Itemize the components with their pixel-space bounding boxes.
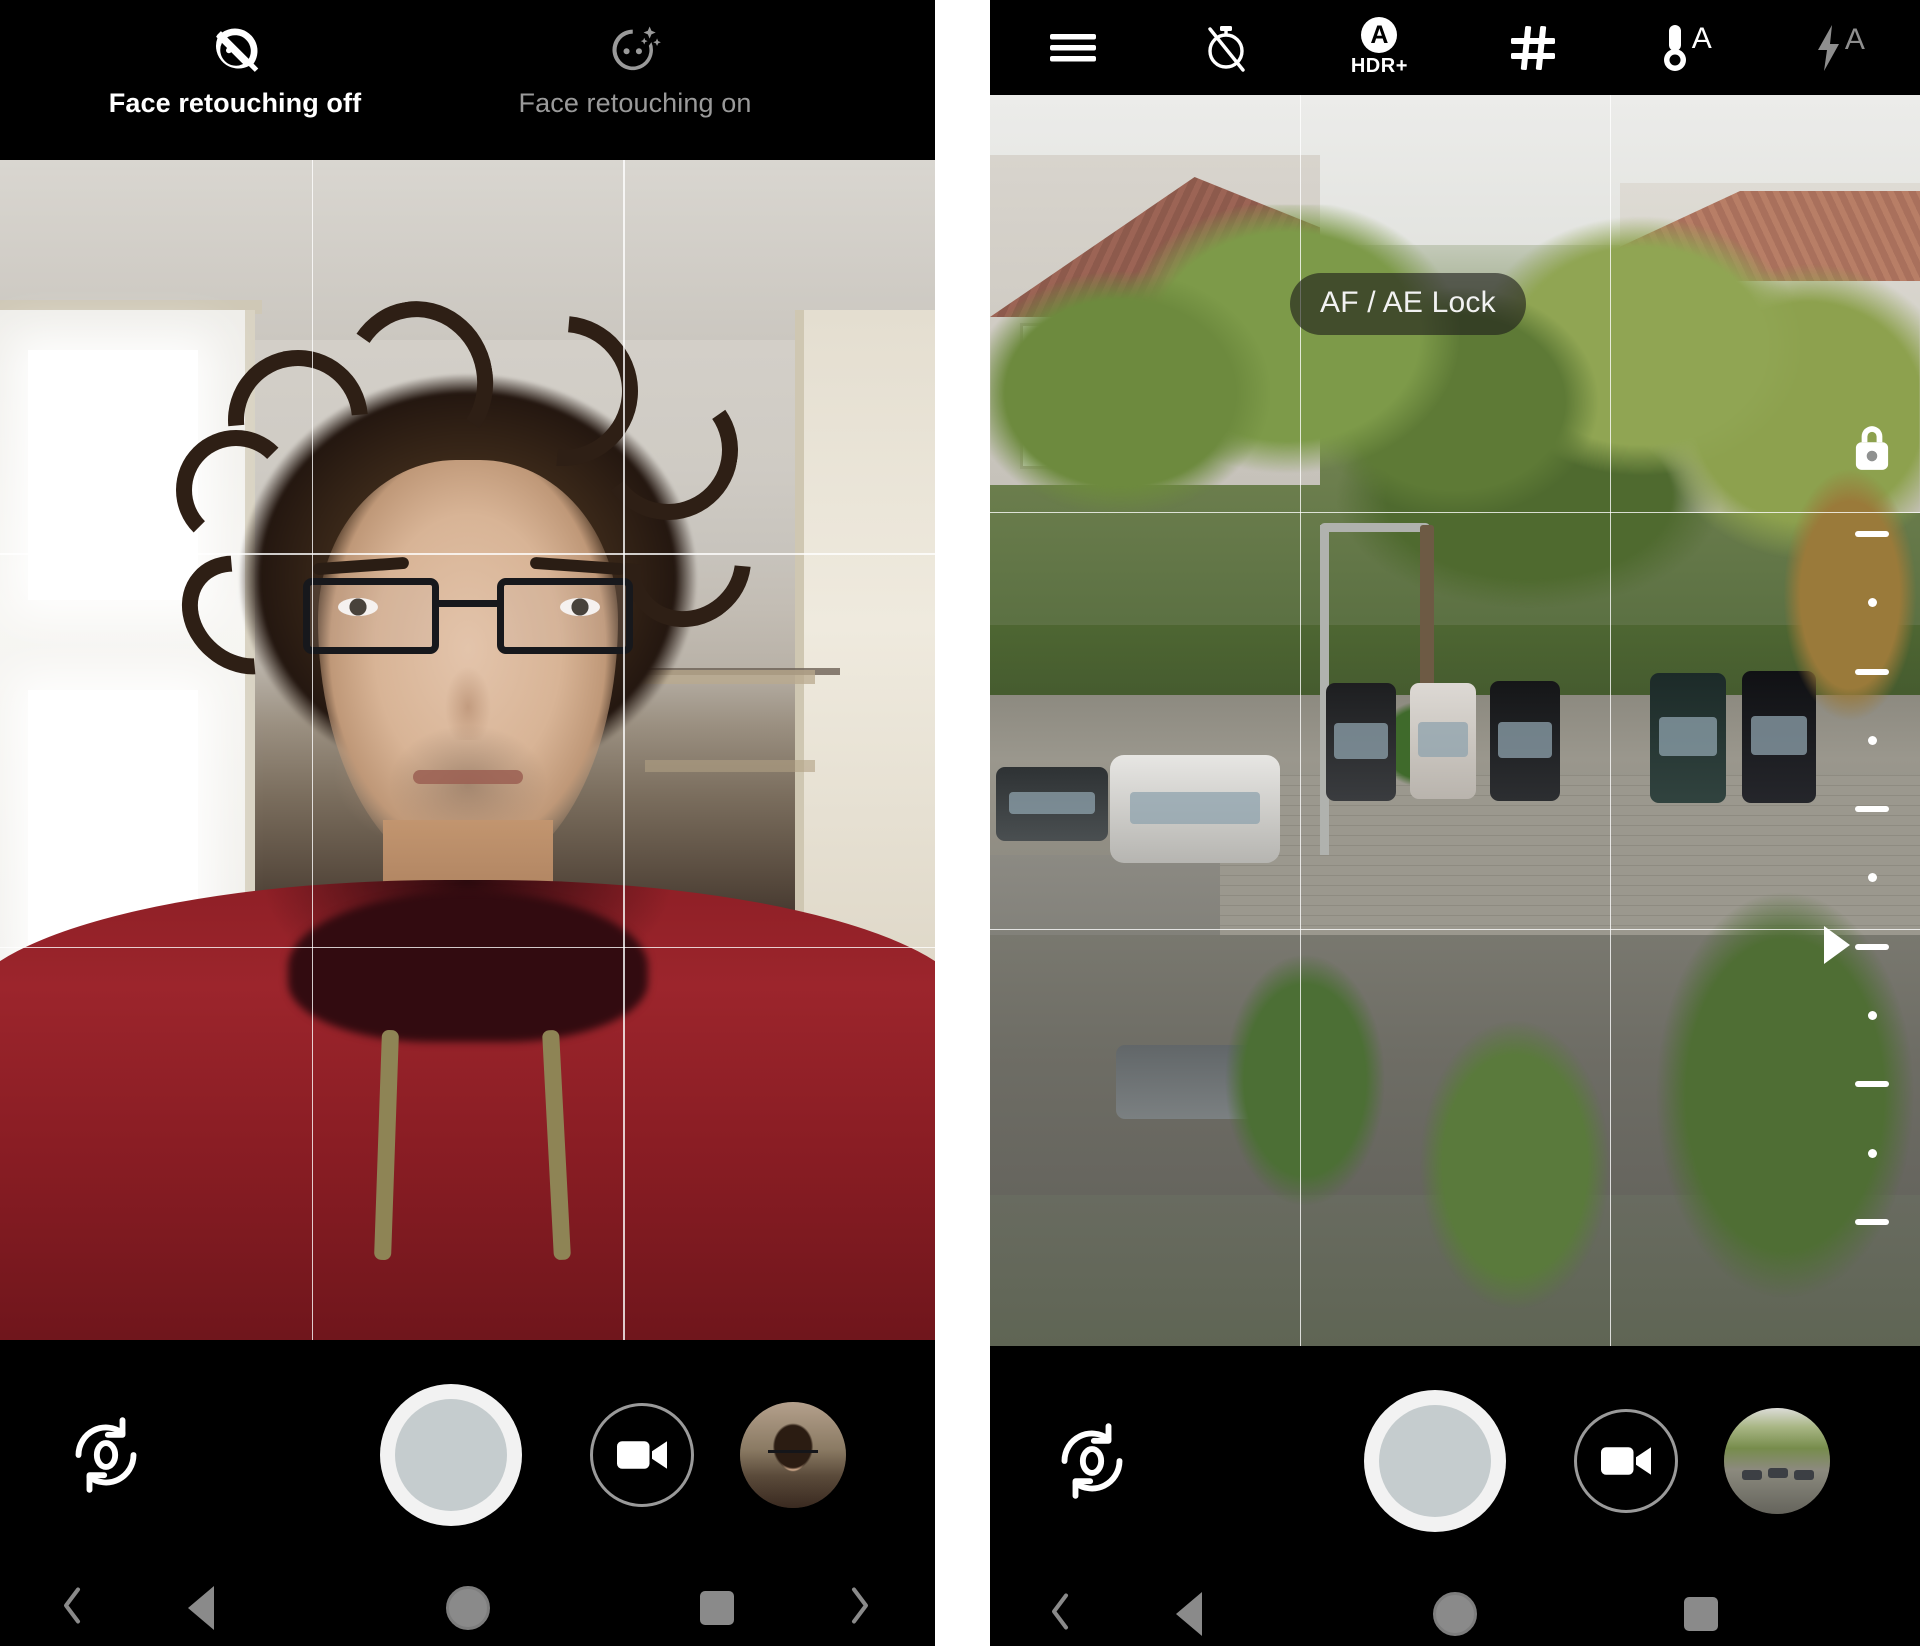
retouch-option-on[interactable]: Face retouching on xyxy=(400,24,870,119)
video-camera-icon[interactable] xyxy=(1574,1409,1678,1513)
exposure-slider-pointer[interactable] xyxy=(1824,926,1850,964)
exposure-tick xyxy=(1855,668,1889,675)
gallery-thumbnail-outdoor[interactable] xyxy=(1724,1408,1830,1514)
video-camera-icon[interactable] xyxy=(590,1403,694,1507)
exposure-tick xyxy=(1867,873,1877,883)
exposure-tick xyxy=(1855,806,1889,813)
chevron-left-icon[interactable] xyxy=(1046,1590,1074,1639)
shutter-button[interactable] xyxy=(1364,1390,1506,1532)
switch-camera-icon[interactable] xyxy=(62,1411,150,1499)
exposure-tick xyxy=(1855,1081,1889,1088)
face-retouch-off-icon xyxy=(208,24,262,78)
exposure-tick xyxy=(1855,531,1889,537)
home-circle-icon[interactable] xyxy=(1433,1592,1477,1636)
retouch-option-on-label: Face retouching on xyxy=(518,88,752,118)
back-triangle-icon[interactable] xyxy=(1176,1592,1202,1636)
camera-controls-left xyxy=(0,1340,935,1570)
exposure-tick xyxy=(1867,1011,1877,1021)
timer-off-icon[interactable] xyxy=(1171,0,1281,95)
hdr-label: HDR+ xyxy=(1350,55,1408,77)
af-ae-lock-badge: AF / AE Lock xyxy=(1290,273,1526,335)
selfie-preview-image xyxy=(0,160,935,1340)
android-navbar-right xyxy=(990,1576,1920,1646)
camera-controls-right xyxy=(990,1346,1920,1576)
recents-square-icon[interactable] xyxy=(700,1591,734,1625)
chevron-left-icon[interactable] xyxy=(58,1584,86,1633)
exposure-tick xyxy=(1867,598,1877,608)
left-phone-panel: Face retouching off Face retouching on xyxy=(0,0,935,1646)
gallery-thumbnail-selfie[interactable] xyxy=(740,1402,846,1508)
thermometer-icon xyxy=(1660,22,1690,74)
hdr-auto-icon[interactable]: A HDR+ xyxy=(1324,0,1434,95)
exposure-tick xyxy=(1867,1148,1877,1158)
switch-camera-icon[interactable] xyxy=(1048,1417,1136,1505)
panel-divider-gap xyxy=(935,0,990,1646)
flash-auto-icon[interactable]: A xyxy=(1784,0,1894,95)
exposure-tick xyxy=(1867,735,1877,745)
exposure-tick-rail xyxy=(1824,531,1902,1225)
hdr-auto-badge: A xyxy=(1361,17,1398,53)
white-balance-auto-icon[interactable]: A xyxy=(1631,0,1741,95)
selfie-viewfinder[interactable] xyxy=(0,160,935,1340)
retouch-option-off-label: Face retouching off xyxy=(108,88,362,118)
white-balance-mode-label: A xyxy=(1691,21,1712,55)
face-retouch-on-icon xyxy=(608,24,662,78)
exposure-tick xyxy=(1855,943,1889,950)
flash-icon xyxy=(1813,23,1843,73)
rear-viewfinder[interactable]: AF / AE Lock xyxy=(990,95,1920,1346)
recents-square-icon[interactable] xyxy=(1684,1597,1718,1631)
right-phone-panel: A HDR+ A A AF / AE Lock xyxy=(990,0,1920,1646)
camera-toolbar: A HDR+ A A xyxy=(990,0,1920,95)
android-navbar-left xyxy=(0,1570,935,1646)
screenshot-root: Face retouching off Face retouching on A… xyxy=(0,0,1920,1646)
flash-mode-label: A xyxy=(1844,22,1865,56)
face-retouching-chooser: Face retouching off Face retouching on xyxy=(0,0,935,160)
grid-icon[interactable] xyxy=(1478,0,1588,95)
back-triangle-icon[interactable] xyxy=(188,1586,214,1630)
exposure-slider[interactable] xyxy=(1824,425,1902,1225)
shutter-button[interactable] xyxy=(380,1384,522,1526)
home-circle-icon[interactable] xyxy=(445,1586,490,1630)
hamburger-menu-icon[interactable] xyxy=(1018,0,1128,95)
lock-closed-icon xyxy=(1852,425,1892,471)
chevron-right-icon[interactable] xyxy=(846,1584,874,1633)
exposure-tick xyxy=(1855,1218,1889,1225)
